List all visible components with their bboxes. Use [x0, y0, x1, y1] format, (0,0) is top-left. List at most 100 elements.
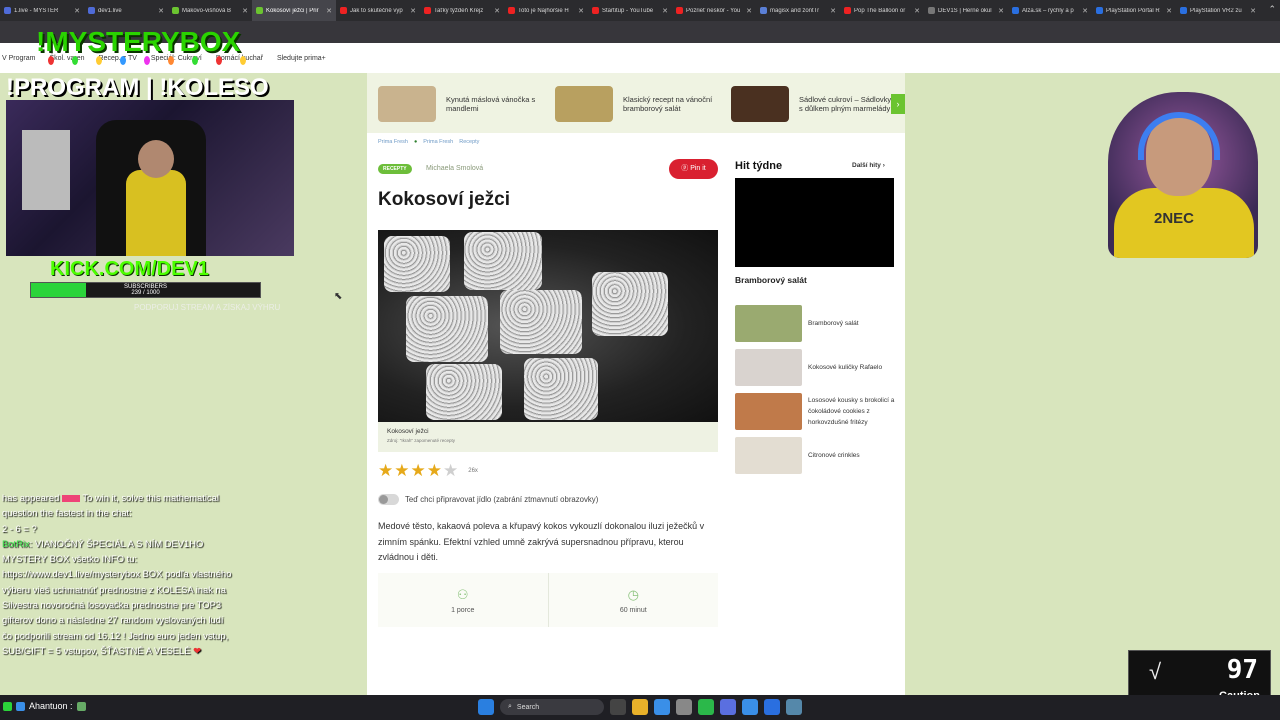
taskbar-search[interactable]: ⌕ Search — [500, 699, 604, 715]
carousel-item-title: Klasický recept na vánoční bramborový sa… — [623, 95, 713, 113]
author-link[interactable]: Michaela Smolová — [426, 165, 483, 172]
star-icon[interactable]: ★ — [394, 462, 409, 479]
sidebar-thumbnail — [735, 437, 802, 474]
tab-title: 1.live - MYSTER — [14, 7, 59, 14]
sidebar-thumbnail — [735, 305, 802, 342]
gift-icon — [76, 701, 86, 711]
tab-title: Kokosoví ježci | Prir — [266, 7, 319, 14]
tab-close-icon[interactable]: ✕ — [1082, 7, 1088, 15]
taskbar-app-icon[interactable] — [764, 699, 780, 715]
taskbar-app-icon[interactable] — [676, 699, 692, 715]
sidebar-video-player[interactable] — [735, 178, 894, 267]
browser-tab[interactable]: 1.live - MYSTER ✕ — [0, 0, 84, 21]
tab-close-icon[interactable]: ✕ — [494, 7, 500, 15]
taskbar-app-icon[interactable] — [632, 699, 648, 715]
browser-tab[interactable]: Pozrieť neskôr - You ✕ — [672, 0, 756, 21]
site-nav-item[interactable]: V Program — [2, 55, 35, 62]
tab-close-icon[interactable]: ✕ — [410, 7, 416, 15]
tab-favicon-icon — [1012, 7, 1019, 14]
tab-close-icon[interactable]: ✕ — [914, 7, 920, 15]
cook-mode-label: Teď chci připravovat jídlo (zabrání ztma… — [405, 495, 599, 504]
recipe-photo — [378, 230, 718, 422]
windows-start-icon[interactable] — [478, 699, 494, 715]
tab-close-icon[interactable]: ✕ — [746, 7, 752, 15]
caption-title: Kokosoví ježci — [387, 428, 429, 435]
check-icon: √ — [1149, 659, 1162, 684]
star-icon[interactable]: ★ — [443, 462, 458, 479]
tab-title: DEV1S | Herné okul — [938, 7, 992, 14]
sidebar-recipe-item[interactable]: Kokosové kuličky Rafaelo — [735, 349, 895, 386]
subscriber-goal-label: SUBSCRIBERS 239 / 1000 — [123, 284, 167, 296]
tab-favicon-icon — [592, 7, 599, 14]
recipe-page: Kynutá máslová vánočka s mandlemi Klasic… — [367, 73, 905, 695]
category-tag[interactable]: RECEPTY — [378, 164, 412, 174]
taskbar-app-icon[interactable] — [610, 699, 626, 715]
breadcrumb-link[interactable]: Prima Fresh — [423, 139, 453, 145]
sidebar-recipe-item[interactable]: Bramborový salát — [735, 305, 895, 342]
tab-close-icon[interactable]: ✕ — [158, 7, 164, 15]
breadcrumb-link[interactable]: Prima Fresh — [378, 139, 408, 145]
browser-tab[interactable]: Taťký týždeň Krejz ✕ — [420, 0, 504, 21]
taskbar-app-icon[interactable] — [698, 699, 714, 715]
browser-tab[interactable]: PlayStation VR2 zu ✕ — [1176, 0, 1260, 21]
sidebar-recipe-item[interactable]: Citronové crinkles — [735, 437, 895, 474]
tab-close-icon[interactable]: ✕ — [1250, 7, 1256, 15]
tab-favicon-icon — [88, 7, 95, 14]
chat-input-user: Ahantuon : — [3, 701, 86, 711]
taskbar-app-icon[interactable] — [742, 699, 758, 715]
photo-caption: Kokosoví ježci Zdroj: "Ikrah" zapomenuté… — [378, 422, 718, 452]
browser-tab[interactable]: dev1.live ✕ — [84, 0, 168, 21]
cook-mode-toggle[interactable] — [378, 494, 399, 505]
tab-close-icon[interactable]: ✕ — [998, 7, 1004, 15]
browser-tab[interactable]: Jak to skutečně vyp ✕ — [336, 0, 420, 21]
browser-tab[interactable]: Makovo-višňová B ✕ — [168, 0, 252, 21]
browser-tab[interactable]: magisx and zontTr ✕ — [756, 0, 840, 21]
taskbar-app-icon[interactable] — [654, 699, 670, 715]
star-icon[interactable]: ★ — [378, 462, 393, 479]
christmas-lights — [48, 56, 246, 65]
site-nav-item[interactable]: Sledujte prima+ — [277, 55, 326, 62]
tab-favicon-icon — [508, 7, 515, 14]
light-bulb — [120, 56, 126, 65]
kick-badge-icon — [3, 701, 12, 711]
pin-it-button[interactable]: ⓟ Pin it — [669, 159, 718, 179]
carousel-next-button[interactable]: › — [891, 94, 905, 114]
tab-close-icon[interactable]: ✕ — [830, 7, 836, 15]
rating-stars[interactable]: ★ ★ ★ ★ ★ 26x — [378, 462, 478, 479]
taskbar-app-icon[interactable] — [720, 699, 736, 715]
light-bulb — [216, 56, 222, 65]
sidebar-recipe-item[interactable]: Lososové kousky s brokolicí a čokoládové… — [735, 393, 895, 430]
tab-close-icon[interactable]: ✕ — [242, 7, 248, 15]
caption-source: Zdroj: "Ikrah" zapomenuté recepty — [387, 438, 455, 443]
carousel-item[interactable]: Klasický recept na vánoční bramborový sa… — [555, 86, 719, 122]
breadcrumb-link[interactable]: Recepty — [459, 139, 479, 145]
tab-search-icon[interactable]: ⌃ — [1268, 4, 1276, 15]
clock-icon: ◷ — [627, 586, 639, 602]
tab-title: PlayStation Portal R — [1106, 7, 1160, 14]
recipe-carousel: Kynutá máslová vánočka s mandlemi Klasic… — [367, 73, 905, 133]
carousel-item[interactable]: Sádlové cukroví – Sádlovky s důlkem plný… — [731, 86, 893, 122]
tab-close-icon[interactable]: ✕ — [1166, 7, 1172, 15]
browser-tab[interactable]: DEV1S | Herné okul ✕ — [924, 0, 1008, 21]
star-icon[interactable]: ★ — [427, 462, 442, 479]
browser-tab[interactable]: PlayStation Portal R ✕ — [1092, 0, 1176, 21]
tab-close-icon[interactable]: ✕ — [578, 7, 584, 15]
browser-tab[interactable]: Pop The Balloon or ✕ — [840, 0, 924, 21]
tab-favicon-icon — [1180, 7, 1187, 14]
sidebar-more-link[interactable]: Další hity › — [852, 162, 885, 169]
sidebar-video-title[interactable]: Bramborový salát — [735, 275, 807, 285]
tab-close-icon[interactable]: ✕ — [326, 7, 332, 15]
browser-tab[interactable]: Kokosoví ježci | Prir ✕ — [252, 0, 336, 21]
browser-tab[interactable]: Startitup - YouTube ✕ — [588, 0, 672, 21]
taskbar-app-icon[interactable] — [786, 699, 802, 715]
tab-close-icon[interactable]: ✕ — [74, 7, 80, 15]
star-icon[interactable]: ★ — [411, 462, 426, 479]
browser-tab[interactable]: Alza.sk – rýchly a p ✕ — [1008, 0, 1092, 21]
light-bulb — [72, 56, 78, 65]
carousel-item[interactable]: Kynutá máslová vánočka s mandlemi — [378, 86, 542, 122]
browser-tab[interactable]: Toto je Najhoršie H ✕ — [504, 0, 588, 21]
tab-close-icon[interactable]: ✕ — [662, 7, 668, 15]
tab-title: Startitup - YouTube — [602, 7, 654, 14]
chat-username: BotRix — [2, 537, 30, 549]
taskbar: Ahantuon : ⌕ Search — [0, 695, 1280, 720]
